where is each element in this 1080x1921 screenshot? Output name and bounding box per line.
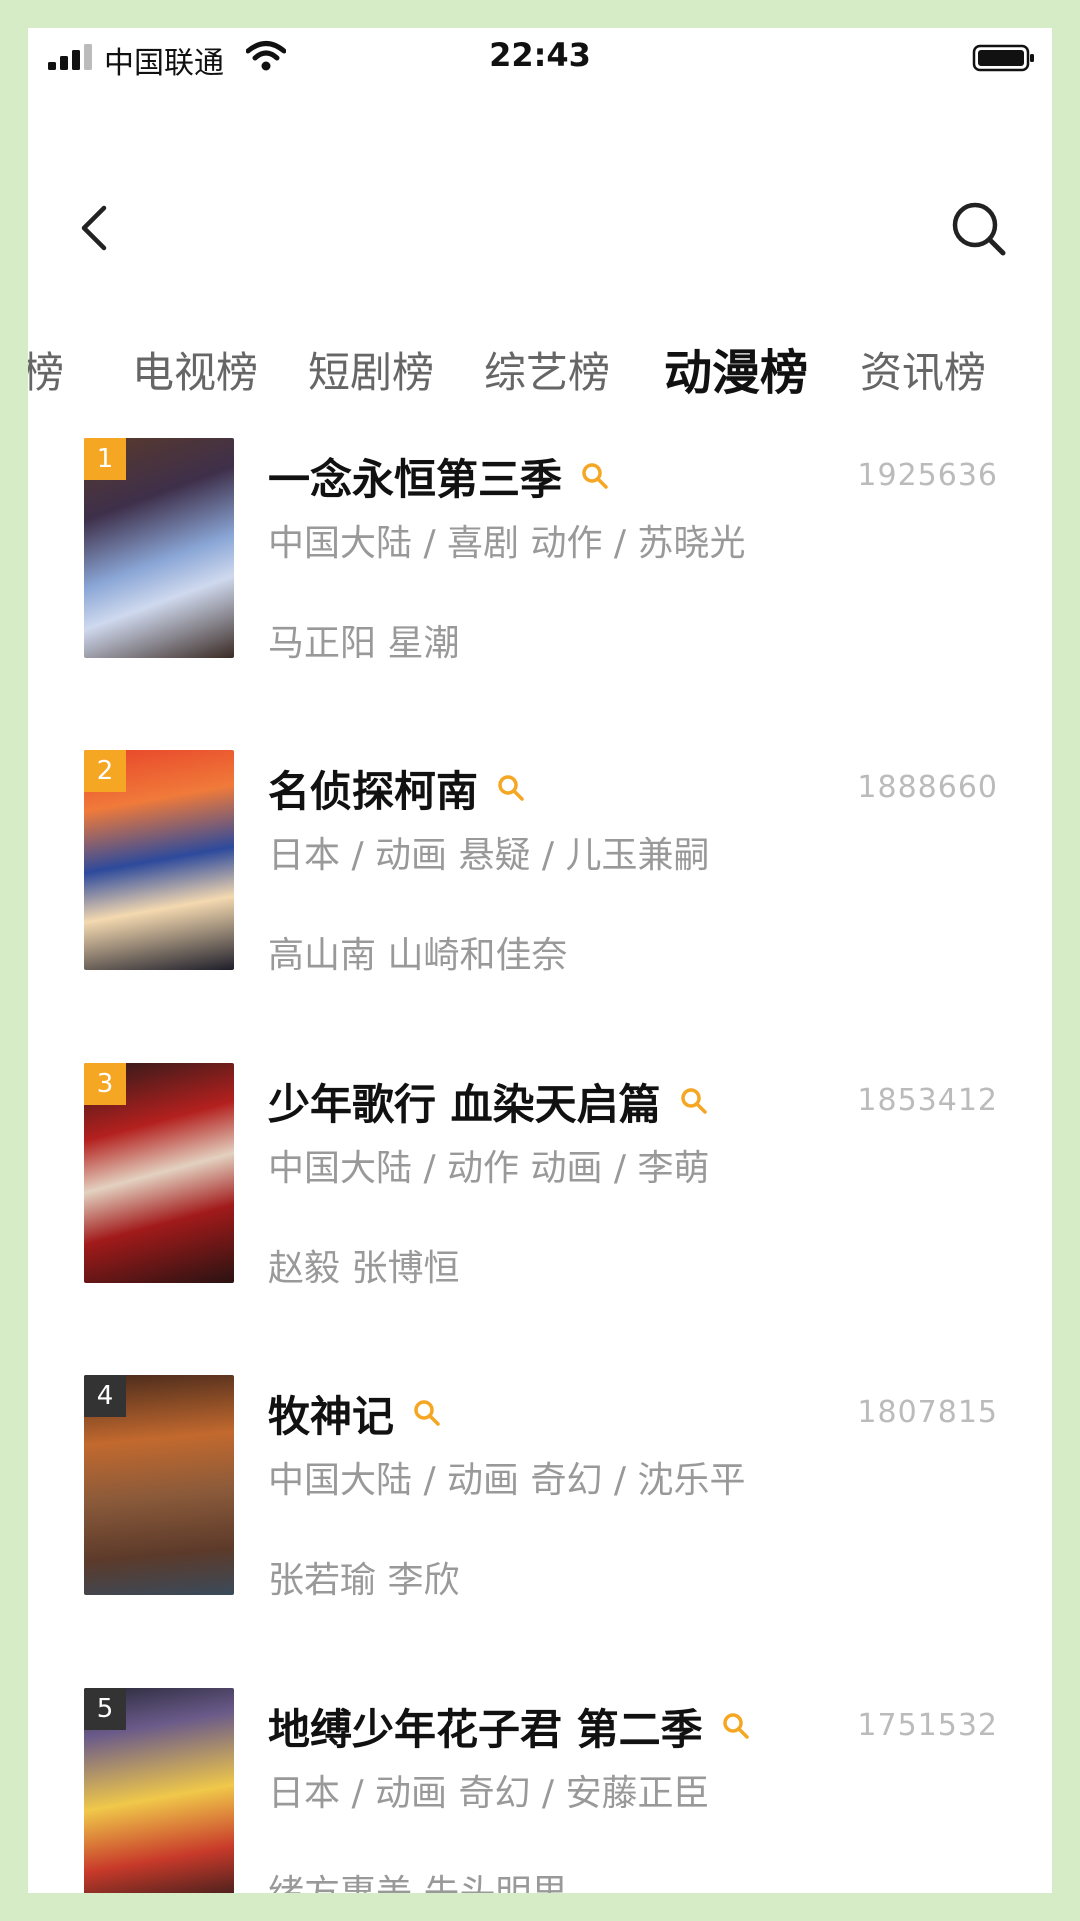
status-time: 22:43 xyxy=(489,36,591,74)
title-row: 牧神记 xyxy=(268,1385,442,1441)
app-screen: 中国联通 22:43 榜 电视榜 短剧榜 综艺榜 动漫榜 资讯榜 1 一念永恒第… xyxy=(28,28,1052,1893)
title-row: 地缚少年花子君 第二季 xyxy=(268,1698,751,1754)
item-meta: 中国大陆 / 动作 动画 / 李萌 xyxy=(268,1148,710,1189)
view-count: 1807815 xyxy=(857,1395,998,1430)
tab-anime[interactable]: 动漫榜 xyxy=(664,338,808,408)
item-title: 少年歌行 血染天启篇 xyxy=(268,1079,661,1129)
view-count: 1925636 xyxy=(857,458,998,493)
list-item[interactable]: 1 一念永恒第三季 1925636 中国大陆 / 喜剧 动作 / 苏晓光 马正阳… xyxy=(28,438,1052,664)
view-count: 1751532 xyxy=(857,1708,998,1743)
rank-badge: 3 xyxy=(84,1063,126,1105)
ranking-tabs: 榜 电视榜 短剧榜 综艺榜 动漫榜 资讯榜 xyxy=(28,338,1052,408)
title-row: 一念永恒第三季 xyxy=(268,448,610,504)
tab-news[interactable]: 资讯榜 xyxy=(860,338,986,408)
poster-image: 3 xyxy=(84,1063,234,1283)
search-icon[interactable] xyxy=(580,461,610,491)
list-item[interactable]: 4 牧神记 1807815 中国大陆 / 动画 奇幻 / 沈乐平 张若瑜 李欣 xyxy=(28,1375,1052,1601)
status-bar: 中国联通 22:43 xyxy=(28,28,1052,90)
poster-image: 5 xyxy=(84,1688,234,1893)
title-row: 少年歌行 血染天启篇 xyxy=(268,1073,709,1129)
list-item[interactable]: 2 名侦探柯南 1888660 日本 / 动画 悬疑 / 儿玉兼嗣 高山南 山崎… xyxy=(28,750,1052,976)
title-row: 名侦探柯南 xyxy=(268,760,526,816)
tab-variety[interactable]: 综艺榜 xyxy=(484,338,610,408)
item-cast: 绪方惠美 先头明里 xyxy=(268,1864,567,1893)
item-meta: 日本 / 动画 悬疑 / 儿玉兼嗣 xyxy=(268,835,710,876)
item-cast: 高山南 山崎和佳奈 xyxy=(268,935,568,976)
item-cast: 张若瑜 李欣 xyxy=(268,1560,460,1601)
search-button[interactable] xyxy=(948,198,1010,260)
poster-image: 4 xyxy=(84,1375,234,1595)
tab-partial[interactable]: 榜 xyxy=(28,338,64,408)
view-count: 1888660 xyxy=(857,770,998,805)
item-meta: 中国大陆 / 动画 奇幻 / 沈乐平 xyxy=(268,1460,746,1501)
battery-icon xyxy=(972,44,1034,72)
rank-badge: 5 xyxy=(84,1688,126,1730)
rank-badge: 2 xyxy=(84,750,126,792)
item-cast: 赵毅 张博恒 xyxy=(268,1248,460,1289)
list-item[interactable]: 5 地缚少年花子君 第二季 1751532 日本 / 动画 奇幻 / 安藤正臣 … xyxy=(28,1688,1052,1893)
search-icon xyxy=(952,202,1006,256)
chevron-left-icon xyxy=(81,205,107,251)
item-meta: 中国大陆 / 喜剧 动作 / 苏晓光 xyxy=(268,523,746,564)
list-item[interactable]: 3 少年歌行 血染天启篇 1853412 中国大陆 / 动作 动画 / 李萌 赵… xyxy=(28,1063,1052,1289)
item-title: 一念永恒第三季 xyxy=(268,454,563,504)
poster-image: 2 xyxy=(84,750,234,970)
item-meta: 日本 / 动画 奇幻 / 安藤正臣 xyxy=(268,1773,710,1814)
poster-image: 1 xyxy=(84,438,234,658)
view-count: 1853412 xyxy=(857,1083,998,1118)
search-icon[interactable] xyxy=(721,1711,751,1741)
item-title: 地缚少年花子君 第二季 xyxy=(268,1704,703,1754)
search-icon[interactable] xyxy=(679,1086,709,1116)
item-title: 牧神记 xyxy=(268,1391,395,1441)
tab-tv[interactable]: 电视榜 xyxy=(132,338,258,408)
rank-badge: 1 xyxy=(84,438,126,480)
search-icon[interactable] xyxy=(496,773,526,803)
rank-badge: 4 xyxy=(84,1375,126,1417)
search-icon[interactable] xyxy=(412,1398,442,1428)
tab-short-drama[interactable]: 短剧榜 xyxy=(308,338,434,408)
back-button[interactable] xyxy=(70,198,122,258)
item-cast: 马正阳 星潮 xyxy=(268,623,460,664)
item-title: 名侦探柯南 xyxy=(268,766,479,816)
